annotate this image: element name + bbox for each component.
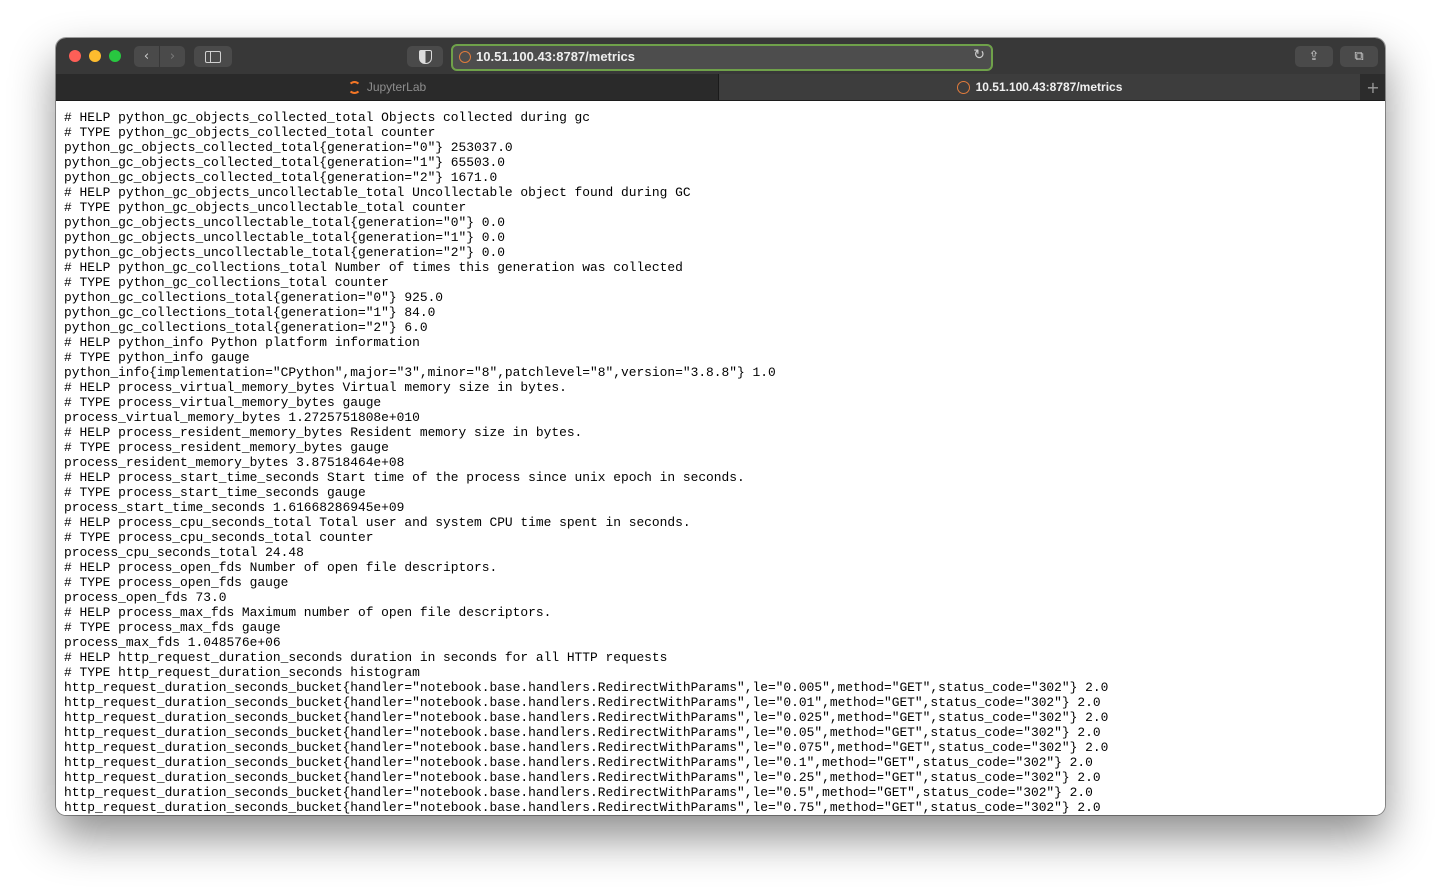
reload-icon[interactable]: ↻ <box>973 47 985 63</box>
tab-bar: JupyterLab 10.51.100.43:8787/metrics + <box>56 74 1385 101</box>
metrics-line: python_gc_objects_collected_total{genera… <box>64 155 505 170</box>
metrics-line: # TYPE process_resident_memory_bytes gau… <box>64 440 389 455</box>
close-window-button[interactable] <box>69 50 81 62</box>
metrics-line: http_request_duration_seconds_bucket{han… <box>64 695 1101 710</box>
metrics-line: http_request_duration_seconds_bucket{han… <box>64 770 1101 785</box>
metrics-line: process_start_time_seconds 1.61668286945… <box>64 500 405 515</box>
browser-window: ‹ › 10.51.100.43:8787/metrics ↻ ⇪ ⧉ Jupy… <box>56 38 1385 815</box>
metrics-line: # TYPE python_gc_collections_total count… <box>64 275 389 290</box>
metrics-line: http_request_duration_seconds_bucket{han… <box>64 755 1093 770</box>
metrics-line: # TYPE process_virtual_memory_bytes gaug… <box>64 395 382 410</box>
metrics-line: # TYPE process_start_time_seconds gauge <box>64 485 366 500</box>
tab-overview-icon: ⧉ <box>1354 49 1364 64</box>
metrics-line: # HELP python_gc_objects_collected_total… <box>64 110 591 125</box>
metrics-line: python_gc_objects_uncollectable_total{ge… <box>64 215 505 230</box>
metrics-line: process_virtual_memory_bytes 1.272575180… <box>64 410 420 425</box>
sidebar-icon <box>205 50 221 63</box>
metrics-line: # HELP process_resident_memory_bytes Res… <box>64 425 583 440</box>
metrics-line: # TYPE python_info gauge <box>64 350 250 365</box>
metrics-line: # HELP python_gc_objects_uncollectable_t… <box>64 185 691 200</box>
metrics-line: # HELP python_gc_collections_total Numbe… <box>64 260 683 275</box>
forward-button[interactable]: › <box>160 46 185 67</box>
page-content: # HELP python_gc_objects_collected_total… <box>56 101 1385 815</box>
metrics-line: process_max_fds 1.048576e+06 <box>64 635 281 650</box>
metrics-line: # TYPE http_request_duration_seconds his… <box>64 665 420 680</box>
metrics-line: # TYPE python_gc_objects_collected_total… <box>64 125 436 140</box>
tab-label: JupyterLab <box>366 80 427 94</box>
metrics-line: python_info{implementation="CPython",maj… <box>64 365 776 380</box>
zoom-window-button[interactable] <box>109 50 121 62</box>
tab-metrics[interactable]: 10.51.100.43:8787/metrics <box>719 74 1360 100</box>
metrics-line: # HELP process_max_fds Maximum number of… <box>64 605 552 620</box>
metrics-line: # HELP process_start_time_seconds Start … <box>64 470 745 485</box>
sidebar-toggle-button[interactable] <box>194 46 232 67</box>
metrics-line: python_gc_collections_total{generation="… <box>64 305 436 320</box>
metrics-line: python_gc_objects_collected_total{genera… <box>64 170 498 185</box>
metrics-line: http_request_duration_seconds_bucket{han… <box>64 740 1109 755</box>
metrics-line: http_request_duration_seconds_bucket{han… <box>64 710 1109 725</box>
metrics-line: process_cpu_seconds_total 24.48 <box>64 545 304 560</box>
metrics-line: http_request_duration_seconds_bucket{han… <box>64 785 1093 800</box>
metrics-line: process_resident_memory_bytes 3.87518464… <box>64 455 405 470</box>
jupyter-icon <box>347 80 361 94</box>
metrics-line: http_request_duration_seconds_bucket{han… <box>64 800 1101 815</box>
tab-jupyterlab[interactable]: JupyterLab <box>56 74 719 100</box>
metrics-line: # HELP process_open_fds Number of open f… <box>64 560 498 575</box>
metrics-line: # HELP http_request_duration_seconds dur… <box>64 650 668 665</box>
address-text[interactable]: 10.51.100.43:8787/metrics <box>476 49 635 64</box>
site-favicon-icon <box>956 80 970 94</box>
metrics-line: python_gc_objects_collected_total{genera… <box>64 140 513 155</box>
minimize-window-button[interactable] <box>89 50 101 62</box>
metrics-line: # HELP process_cpu_seconds_total Total u… <box>64 515 691 530</box>
metrics-line: # TYPE process_max_fds gauge <box>64 620 281 635</box>
shield-icon <box>418 49 432 64</box>
chevron-right-icon: › <box>169 49 176 64</box>
metrics-line: python_gc_objects_uncollectable_total{ge… <box>64 245 505 260</box>
share-button[interactable]: ⇪ <box>1295 46 1333 67</box>
tab-label: 10.51.100.43:8787/metrics <box>975 80 1123 94</box>
address-bar[interactable]: 10.51.100.43:8787/metrics ↻ <box>451 44 993 71</box>
metrics-text: # HELP python_gc_objects_collected_total… <box>56 101 1385 815</box>
metrics-line: # HELP process_virtual_memory_bytes Virt… <box>64 380 567 395</box>
site-favicon-icon <box>459 51 471 63</box>
metrics-line: python_gc_collections_total{generation="… <box>64 290 444 305</box>
metrics-line: http_request_duration_seconds_bucket{han… <box>64 680 1109 695</box>
metrics-line: python_gc_collections_total{generation="… <box>64 320 428 335</box>
chevron-left-icon: ‹ <box>143 49 150 64</box>
metrics-line: # TYPE process_cpu_seconds_total counter <box>64 530 374 545</box>
share-icon: ⇪ <box>1308 49 1320 64</box>
plus-icon: + <box>1366 77 1380 97</box>
metrics-line: # TYPE python_gc_objects_uncollectable_t… <box>64 200 467 215</box>
metrics-line: # HELP python_info Python platform infor… <box>64 335 420 350</box>
metrics-line: python_gc_objects_uncollectable_total{ge… <box>64 230 505 245</box>
metrics-line: http_request_duration_seconds_bucket{han… <box>64 725 1101 740</box>
privacy-report-button[interactable] <box>407 46 443 67</box>
tab-overview-button[interactable]: ⧉ <box>1340 46 1378 67</box>
metrics-line: process_open_fds 73.0 <box>64 590 227 605</box>
browser-toolbar: ‹ › 10.51.100.43:8787/metrics ↻ ⇪ ⧉ <box>56 38 1385 74</box>
new-tab-button[interactable]: + <box>1361 74 1385 100</box>
back-button[interactable]: ‹ <box>134 46 159 67</box>
metrics-line: # TYPE process_open_fds gauge <box>64 575 289 590</box>
